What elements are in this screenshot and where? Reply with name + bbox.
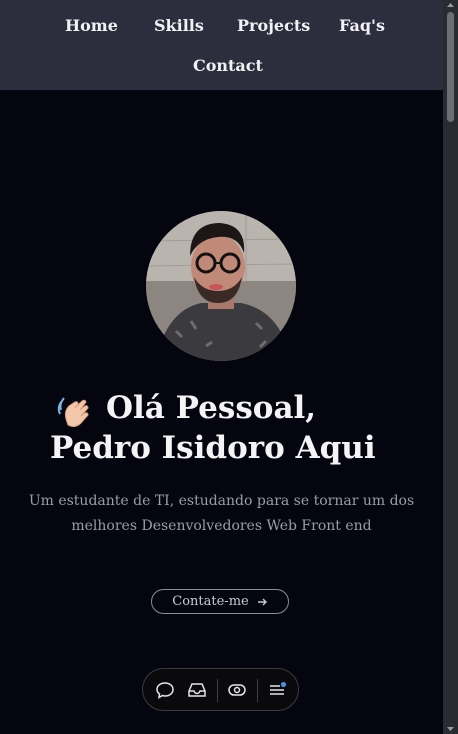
hero-subtitle-line-1: Um estudante de TI, estudando para se to… <box>28 493 415 509</box>
dock-divider <box>257 679 258 702</box>
hero-section: Olá Pessoal, Pedro Isidoro Aqui Um estud… <box>0 90 443 734</box>
inbox-tray-icon[interactable] <box>186 679 208 701</box>
menu-icon[interactable] <box>266 679 288 701</box>
hero-subtitle-line-2: melhores Desenvolvedores Web Front end <box>71 518 372 534</box>
hero-title-line-1: Olá Pessoal, <box>106 390 317 426</box>
chat-bubble-icon[interactable] <box>154 679 176 701</box>
contact-me-button[interactable]: Contate-me <box>151 589 289 614</box>
dock-divider <box>217 679 218 702</box>
arrow-right-icon <box>257 598 267 605</box>
scroll-down-arrow-icon[interactable] <box>446 726 455 732</box>
scroll-up-arrow-icon[interactable] <box>446 2 455 8</box>
hero-title-line-2: Pedro Isidoro Aqui <box>50 430 376 466</box>
nav-link-projects[interactable]: Projects <box>237 16 310 35</box>
nav-link-home[interactable]: Home <box>65 16 118 35</box>
nav-link-contact[interactable]: Contact <box>193 56 263 75</box>
notification-dot <box>280 681 287 688</box>
top-navigation: Home Skills Projects Faq's Contact <box>0 0 443 90</box>
profile-photo-icon <box>146 211 296 361</box>
nav-link-faqs[interactable]: Faq's <box>339 16 385 35</box>
floating-dock <box>142 668 299 711</box>
waving-hand-icon <box>57 397 89 428</box>
scrollbar-thumb[interactable] <box>447 12 454 122</box>
nav-link-skills[interactable]: Skills <box>154 16 204 35</box>
profile-avatar <box>146 211 296 361</box>
eye-toggle-icon[interactable] <box>226 679 248 701</box>
contact-me-label: Contate-me <box>172 594 249 609</box>
